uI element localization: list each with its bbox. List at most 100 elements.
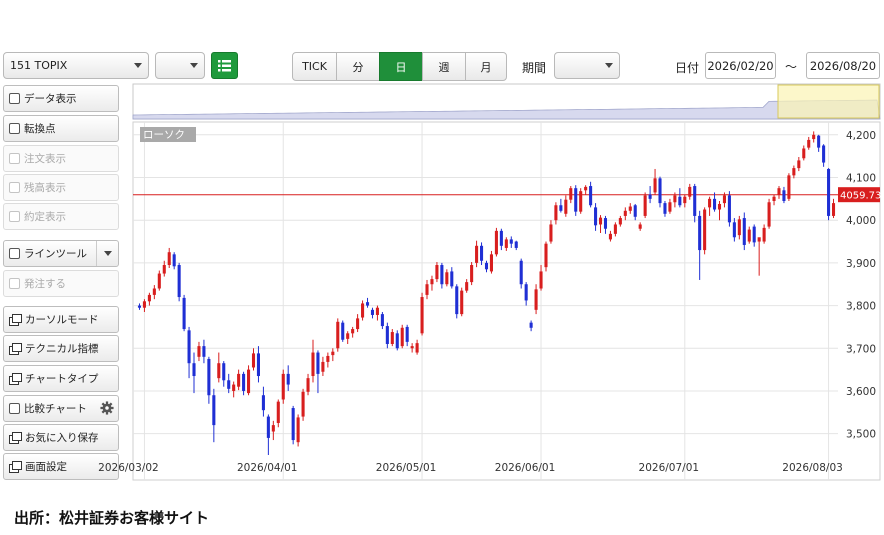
candle-body xyxy=(529,322,533,328)
candle-body xyxy=(147,294,151,302)
candle-body xyxy=(653,178,657,193)
candle[interactable] xyxy=(361,300,365,321)
candle-body xyxy=(603,218,608,229)
candle[interactable] xyxy=(703,207,707,255)
candle-body xyxy=(296,417,300,443)
candle-body xyxy=(584,186,588,191)
candle[interactable] xyxy=(182,294,186,332)
y-tick-label: 3,900 xyxy=(846,258,876,270)
candle-body xyxy=(717,203,722,210)
y-tick-label: 3,700 xyxy=(846,343,876,355)
candle[interactable] xyxy=(742,212,746,251)
candlestick-chart[interactable]: 3,500 3,600 3,700 3,800 3,900 4,000 4,100 4,200… xyxy=(0,0,884,535)
candle[interactable] xyxy=(727,191,731,227)
candle-body xyxy=(618,218,622,225)
candle-body xyxy=(499,230,503,246)
candle-body xyxy=(192,363,196,377)
candle-body xyxy=(747,229,751,242)
candle-body xyxy=(628,206,632,211)
candle-body xyxy=(504,239,508,248)
candle-body xyxy=(182,297,186,330)
navigator-range-window[interactable] xyxy=(777,84,880,119)
candle-body xyxy=(559,205,563,211)
candle-body xyxy=(757,237,761,242)
candle-body xyxy=(167,252,171,266)
candle-body xyxy=(247,369,251,394)
candle-body xyxy=(494,230,498,255)
candle-body xyxy=(410,346,414,349)
candle[interactable] xyxy=(519,258,523,289)
candle-body xyxy=(638,224,642,229)
candle-body xyxy=(455,286,459,315)
candle[interactable] xyxy=(247,365,251,396)
candle[interactable] xyxy=(341,320,345,342)
candle-body xyxy=(142,301,146,308)
candle[interactable] xyxy=(455,284,459,319)
candle-body xyxy=(623,210,627,216)
candle-body xyxy=(207,358,211,396)
candle-body xyxy=(440,265,444,285)
candle-body xyxy=(351,329,355,334)
candle-body xyxy=(460,290,464,315)
candle-body xyxy=(346,333,350,339)
candle[interactable] xyxy=(301,388,305,421)
candle[interactable] xyxy=(281,369,285,404)
candle[interactable] xyxy=(460,287,464,317)
candle-body xyxy=(237,373,241,387)
candle-body xyxy=(514,241,518,248)
candle-body xyxy=(306,378,310,392)
candle-body xyxy=(594,207,598,226)
candle[interactable] xyxy=(643,192,647,219)
candle-body xyxy=(470,265,474,283)
y-tick-label: 4,100 xyxy=(846,173,876,185)
candle[interactable] xyxy=(827,168,831,221)
candle-body xyxy=(817,135,821,148)
source-caption: 出所：松井証券お客様サイト xyxy=(14,509,210,527)
candle-body xyxy=(519,260,523,285)
candle[interactable] xyxy=(579,188,583,214)
candle-body xyxy=(539,271,543,289)
candle[interactable] xyxy=(494,227,498,257)
candle[interactable] xyxy=(336,318,340,352)
candle-body xyxy=(172,254,176,267)
candle-body xyxy=(266,416,270,438)
candle-body xyxy=(782,190,786,201)
y-tick-label: 3,600 xyxy=(846,386,876,398)
candle-body xyxy=(137,305,142,308)
candle[interactable] xyxy=(177,262,181,302)
candle-body xyxy=(435,265,439,280)
candle-body xyxy=(291,408,295,441)
x-tick-label: 2026/07/01 xyxy=(639,462,700,474)
candle-body xyxy=(385,326,389,344)
candle-body xyxy=(737,219,741,236)
candle[interactable] xyxy=(291,405,295,445)
candle-body xyxy=(633,205,637,217)
candle[interactable] xyxy=(658,176,662,208)
candle[interactable] xyxy=(296,414,300,447)
candle-body xyxy=(579,191,583,212)
candle[interactable] xyxy=(470,262,474,286)
candle-body xyxy=(341,322,345,340)
candle[interactable] xyxy=(157,270,161,291)
candle-body xyxy=(420,297,424,334)
candle[interactable] xyxy=(787,173,791,201)
candle-body xyxy=(831,203,836,216)
candle-body xyxy=(608,233,612,240)
candle[interactable] xyxy=(400,324,404,349)
candle-body xyxy=(261,395,265,411)
candle-body xyxy=(544,243,548,268)
candle[interactable] xyxy=(420,292,424,336)
candle-body xyxy=(787,175,791,199)
candle-body xyxy=(321,361,325,372)
candle[interactable] xyxy=(435,262,439,283)
candle-body xyxy=(658,178,662,204)
candle-body xyxy=(489,254,493,272)
candle-body xyxy=(212,395,216,426)
candle-body xyxy=(727,195,731,223)
candle[interactable] xyxy=(395,330,399,351)
candle[interactable] xyxy=(574,185,578,216)
candle-body xyxy=(827,168,831,216)
candle-body xyxy=(742,218,746,245)
candle[interactable] xyxy=(544,241,548,272)
candle[interactable] xyxy=(767,198,771,229)
